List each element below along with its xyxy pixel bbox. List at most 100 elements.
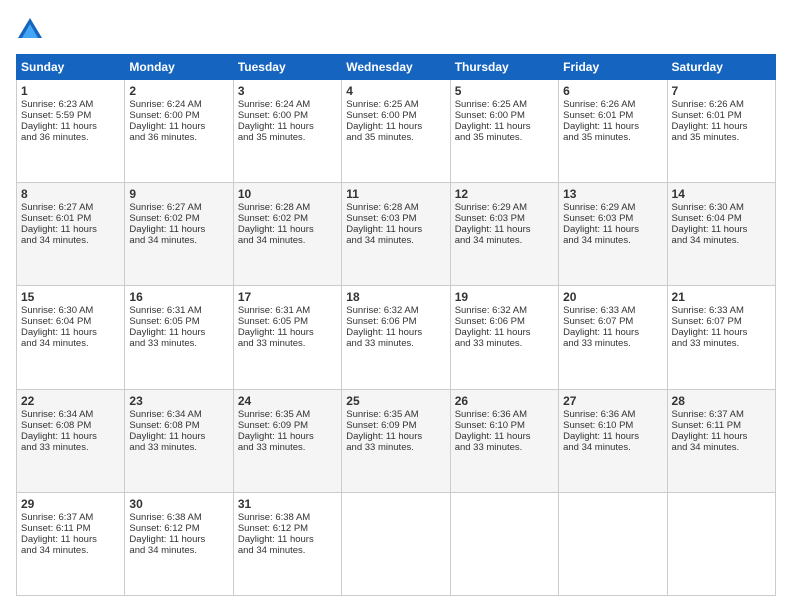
calendar-week-4: 22Sunrise: 6:34 AMSunset: 6:08 PMDayligh…	[17, 389, 776, 492]
day-number: 20	[563, 290, 662, 304]
day-info-line: and 35 minutes.	[346, 132, 445, 143]
day-info-line: Sunrise: 6:24 AM	[238, 99, 337, 110]
day-number: 12	[455, 187, 554, 201]
calendar-cell: 1Sunrise: 6:23 AMSunset: 5:59 PMDaylight…	[17, 80, 125, 183]
calendar-cell: 5Sunrise: 6:25 AMSunset: 6:00 PMDaylight…	[450, 80, 558, 183]
calendar-cell: 19Sunrise: 6:32 AMSunset: 6:06 PMDayligh…	[450, 286, 558, 389]
day-info-line: Sunrise: 6:24 AM	[129, 99, 228, 110]
day-number: 22	[21, 394, 120, 408]
day-info-line: Sunset: 6:07 PM	[672, 316, 771, 327]
weekday-header-monday: Monday	[125, 55, 233, 80]
day-number: 14	[672, 187, 771, 201]
day-info-line: Sunset: 6:09 PM	[238, 420, 337, 431]
day-info-line: and 33 minutes.	[455, 338, 554, 349]
day-number: 30	[129, 497, 228, 511]
day-info-line: Daylight: 11 hours	[238, 224, 337, 235]
day-number: 17	[238, 290, 337, 304]
day-info-line: Daylight: 11 hours	[129, 431, 228, 442]
day-number: 7	[672, 84, 771, 98]
day-info-line: Sunrise: 6:30 AM	[21, 305, 120, 316]
day-info-line: Sunrise: 6:28 AM	[346, 202, 445, 213]
weekday-header-saturday: Saturday	[667, 55, 775, 80]
calendar-week-1: 1Sunrise: 6:23 AMSunset: 5:59 PMDaylight…	[17, 80, 776, 183]
day-info-line: Sunrise: 6:36 AM	[563, 409, 662, 420]
day-info-line: and 33 minutes.	[238, 442, 337, 453]
day-info-line: Daylight: 11 hours	[21, 534, 120, 545]
day-info-line: Daylight: 11 hours	[238, 121, 337, 132]
day-info-line: and 36 minutes.	[21, 132, 120, 143]
day-info-line: Sunrise: 6:38 AM	[238, 512, 337, 523]
day-info-line: Daylight: 11 hours	[455, 431, 554, 442]
day-number: 18	[346, 290, 445, 304]
calendar-cell: 17Sunrise: 6:31 AMSunset: 6:05 PMDayligh…	[233, 286, 341, 389]
day-info-line: Daylight: 11 hours	[672, 121, 771, 132]
day-info-line: Daylight: 11 hours	[238, 534, 337, 545]
day-number: 27	[563, 394, 662, 408]
calendar-cell: 22Sunrise: 6:34 AMSunset: 6:08 PMDayligh…	[17, 389, 125, 492]
day-info-line: and 33 minutes.	[238, 338, 337, 349]
day-info-line: Sunset: 6:06 PM	[346, 316, 445, 327]
calendar-cell: 30Sunrise: 6:38 AMSunset: 6:12 PMDayligh…	[125, 492, 233, 595]
calendar-cell: 14Sunrise: 6:30 AMSunset: 6:04 PMDayligh…	[667, 183, 775, 286]
weekday-header-tuesday: Tuesday	[233, 55, 341, 80]
calendar-cell: 11Sunrise: 6:28 AMSunset: 6:03 PMDayligh…	[342, 183, 450, 286]
day-info-line: Daylight: 11 hours	[672, 327, 771, 338]
day-info-line: Sunset: 6:01 PM	[21, 213, 120, 224]
day-number: 23	[129, 394, 228, 408]
calendar-cell	[450, 492, 558, 595]
day-info-line: and 33 minutes.	[455, 442, 554, 453]
day-number: 2	[129, 84, 228, 98]
weekday-header-row: SundayMondayTuesdayWednesdayThursdayFrid…	[17, 55, 776, 80]
day-info-line: and 34 minutes.	[238, 545, 337, 556]
weekday-header-thursday: Thursday	[450, 55, 558, 80]
day-info-line: Daylight: 11 hours	[21, 224, 120, 235]
day-number: 11	[346, 187, 445, 201]
day-info-line: Sunset: 6:11 PM	[672, 420, 771, 431]
day-info-line: and 33 minutes.	[129, 442, 228, 453]
day-number: 26	[455, 394, 554, 408]
day-info-line: and 33 minutes.	[129, 338, 228, 349]
day-info-line: and 33 minutes.	[21, 442, 120, 453]
day-info-line: Sunset: 6:11 PM	[21, 523, 120, 534]
day-info-line: and 34 minutes.	[672, 235, 771, 246]
day-info-line: Daylight: 11 hours	[129, 327, 228, 338]
day-info-line: Sunrise: 6:33 AM	[672, 305, 771, 316]
weekday-header-wednesday: Wednesday	[342, 55, 450, 80]
day-info-line: Daylight: 11 hours	[21, 121, 120, 132]
day-info-line: and 34 minutes.	[346, 235, 445, 246]
day-info-line: Sunset: 6:02 PM	[129, 213, 228, 224]
day-info-line: Sunset: 6:01 PM	[672, 110, 771, 121]
logo-icon	[16, 16, 44, 44]
day-number: 3	[238, 84, 337, 98]
day-info-line: and 34 minutes.	[563, 235, 662, 246]
day-info-line: Sunrise: 6:27 AM	[129, 202, 228, 213]
page: SundayMondayTuesdayWednesdayThursdayFrid…	[0, 0, 792, 612]
calendar-cell: 7Sunrise: 6:26 AMSunset: 6:01 PMDaylight…	[667, 80, 775, 183]
day-info-line: and 34 minutes.	[455, 235, 554, 246]
calendar-cell: 13Sunrise: 6:29 AMSunset: 6:03 PMDayligh…	[559, 183, 667, 286]
day-info-line: Sunset: 6:00 PM	[129, 110, 228, 121]
day-info-line: Sunset: 6:00 PM	[346, 110, 445, 121]
day-info-line: Sunrise: 6:29 AM	[455, 202, 554, 213]
day-info-line: Daylight: 11 hours	[563, 224, 662, 235]
calendar-cell: 12Sunrise: 6:29 AMSunset: 6:03 PMDayligh…	[450, 183, 558, 286]
day-info-line: Sunset: 6:12 PM	[129, 523, 228, 534]
day-info-line: Sunset: 6:03 PM	[563, 213, 662, 224]
day-number: 21	[672, 290, 771, 304]
header	[16, 16, 776, 44]
logo	[16, 16, 48, 44]
day-info-line: Sunrise: 6:32 AM	[455, 305, 554, 316]
day-number: 5	[455, 84, 554, 98]
day-info-line: Daylight: 11 hours	[346, 121, 445, 132]
calendar-cell: 18Sunrise: 6:32 AMSunset: 6:06 PMDayligh…	[342, 286, 450, 389]
calendar-cell: 25Sunrise: 6:35 AMSunset: 6:09 PMDayligh…	[342, 389, 450, 492]
day-info-line: Sunrise: 6:37 AM	[672, 409, 771, 420]
day-number: 9	[129, 187, 228, 201]
day-info-line: Sunrise: 6:26 AM	[563, 99, 662, 110]
calendar-cell: 24Sunrise: 6:35 AMSunset: 6:09 PMDayligh…	[233, 389, 341, 492]
day-info-line: Daylight: 11 hours	[672, 224, 771, 235]
day-info-line: Sunset: 6:03 PM	[346, 213, 445, 224]
day-info-line: and 34 minutes.	[21, 545, 120, 556]
weekday-header-sunday: Sunday	[17, 55, 125, 80]
day-info-line: Sunrise: 6:26 AM	[672, 99, 771, 110]
